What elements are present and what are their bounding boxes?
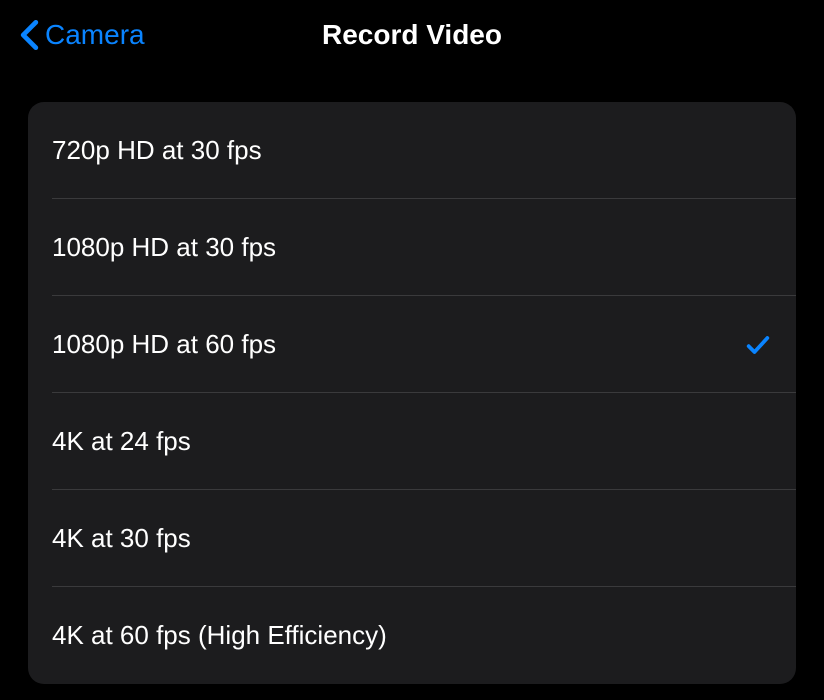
back-label: Camera: [45, 19, 145, 51]
option-4k-30[interactable]: 4K at 30 fps: [28, 490, 796, 587]
option-label: 4K at 60 fps (High Efficiency): [52, 620, 387, 651]
option-label: 4K at 24 fps: [52, 426, 191, 457]
option-label: 1080p HD at 30 fps: [52, 232, 276, 263]
options-list: 720p HD at 30 fps 1080p HD at 30 fps 108…: [28, 102, 796, 684]
option-4k-60-he[interactable]: 4K at 60 fps (High Efficiency): [28, 587, 796, 684]
chevron-left-icon: [20, 19, 39, 51]
option-label: 720p HD at 30 fps: [52, 135, 262, 166]
checkmark-icon: [744, 331, 772, 359]
option-720p-30[interactable]: 720p HD at 30 fps: [28, 102, 796, 199]
option-1080p-30[interactable]: 1080p HD at 30 fps: [28, 199, 796, 296]
back-button[interactable]: Camera: [20, 19, 145, 51]
header: Camera Record Video: [0, 0, 824, 80]
option-1080p-60[interactable]: 1080p HD at 60 fps: [28, 296, 796, 393]
option-4k-24[interactable]: 4K at 24 fps: [28, 393, 796, 490]
option-label: 4K at 30 fps: [52, 523, 191, 554]
option-label: 1080p HD at 60 fps: [52, 329, 276, 360]
